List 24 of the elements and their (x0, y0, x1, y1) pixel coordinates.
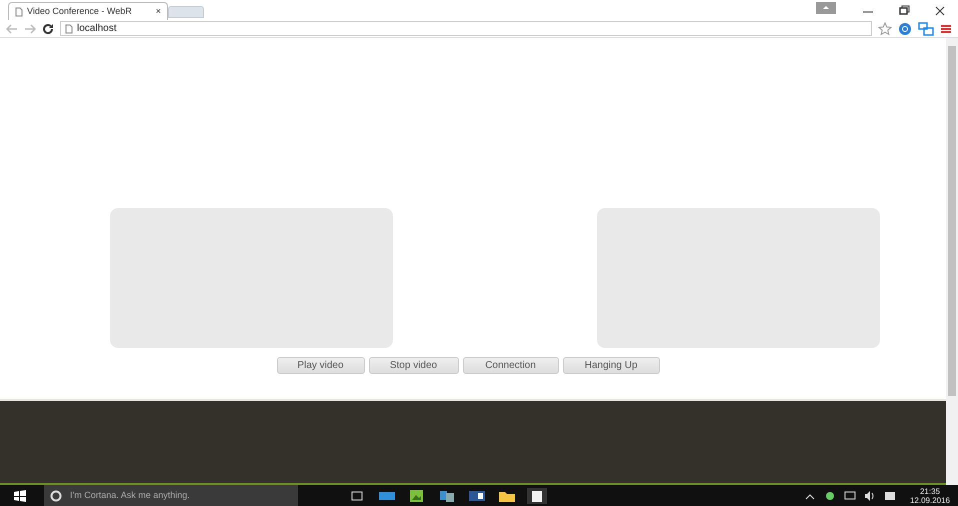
screens-extension-icon[interactable] (918, 22, 934, 36)
page-icon (65, 24, 73, 34)
tab-close-button[interactable]: × (156, 4, 161, 18)
search-extension-icon[interactable] (898, 22, 912, 36)
clock[interactable]: 21:35 12.09.2016 (910, 486, 950, 504)
network-icon[interactable] (844, 490, 856, 502)
video-control-button[interactable]: Stop video (368, 357, 458, 374)
browser-tab[interactable]: Video Conference - WebR × (8, 2, 168, 20)
video-control-button[interactable]: Play video (276, 357, 364, 374)
reload-icon[interactable] (42, 22, 54, 34)
video-control-button[interactable]: Connection (462, 357, 558, 374)
document-icon[interactable] (527, 488, 547, 504)
menu-icon[interactable] (940, 22, 952, 34)
cortana-search-field[interactable]: I'm Cortana. Ask me anything. (44, 485, 298, 506)
page-icon (15, 6, 23, 16)
scrollbar-thumb[interactable] (948, 46, 956, 396)
volume-icon[interactable] (864, 490, 876, 502)
notification-icon[interactable] (884, 490, 896, 502)
star-icon[interactable] (878, 22, 892, 36)
video-control-button[interactable]: Hanging Up (562, 357, 660, 374)
windows-start-icon[interactable] (14, 490, 26, 502)
scrollbar[interactable] (946, 38, 958, 485)
cortana-icon (50, 490, 62, 502)
address-bar[interactable]: localhost (60, 21, 872, 36)
